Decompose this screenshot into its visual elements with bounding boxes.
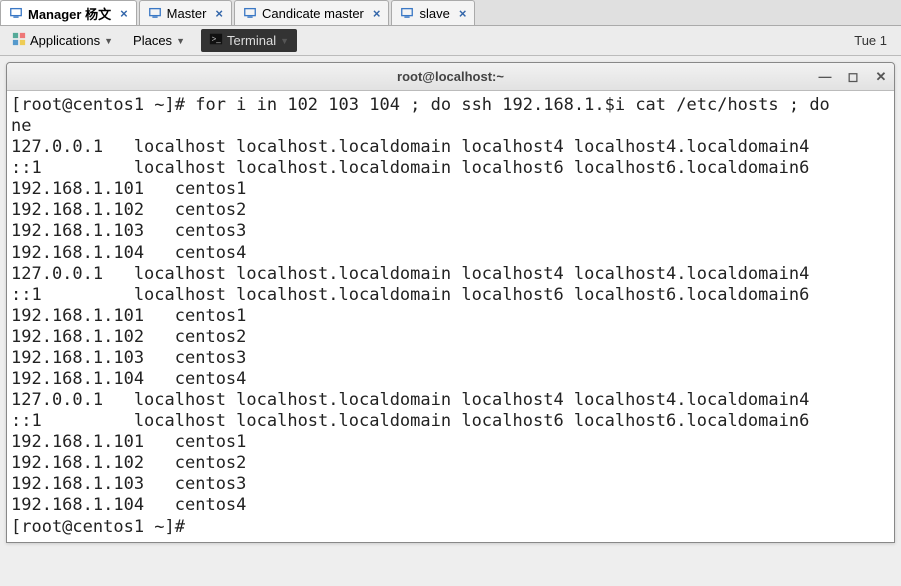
maximize-button[interactable]: ◻ — [846, 70, 860, 84]
vm-icon — [9, 6, 23, 20]
close-icon[interactable]: × — [215, 6, 223, 21]
menu-label: Places — [133, 33, 172, 48]
chevron-down-icon: ▼ — [176, 36, 185, 46]
vm-icon — [400, 6, 414, 20]
chevron-down-icon: ▼ — [280, 36, 289, 46]
close-icon[interactable]: × — [120, 6, 128, 21]
menu-label: Terminal — [227, 33, 276, 48]
applications-icon — [12, 32, 26, 49]
gnome-menu-bar: Applications ▼ Places ▼ >_ Terminal ▼ Tu… — [0, 26, 901, 56]
tab-label: slave — [419, 6, 449, 21]
window-title: root@localhost:~ — [397, 69, 504, 84]
terminal-menu[interactable]: >_ Terminal ▼ — [201, 29, 297, 52]
places-menu[interactable]: Places ▼ — [129, 31, 189, 50]
window-title-bar[interactable]: root@localhost:~ — ◻ ✕ — [7, 63, 894, 91]
tab-label: Master — [167, 6, 207, 21]
terminal-icon: >_ — [209, 32, 223, 49]
chevron-down-icon: ▼ — [104, 36, 113, 46]
tab-slave[interactable]: slave × — [391, 0, 475, 25]
tab-label: Candicate master — [262, 6, 364, 21]
applications-menu[interactable]: Applications ▼ — [8, 30, 117, 51]
menu-left: Applications ▼ Places ▼ >_ Terminal ▼ — [8, 29, 297, 52]
close-icon[interactable]: × — [373, 6, 381, 21]
tab-master[interactable]: Master × — [139, 0, 232, 25]
minimize-button[interactable]: — — [818, 70, 832, 84]
terminal-window: root@localhost:~ — ◻ ✕ [root@centos1 ~]#… — [6, 62, 895, 543]
svg-text:>_: >_ — [212, 35, 222, 44]
vm-tabs-bar: Manager 杨文 × Master × Candicate master ×… — [0, 0, 901, 26]
close-icon[interactable]: × — [459, 6, 467, 21]
close-button[interactable]: ✕ — [874, 70, 888, 84]
menu-label: Applications — [30, 33, 100, 48]
window-controls: — ◻ ✕ — [818, 70, 888, 84]
vm-icon — [243, 6, 257, 20]
vm-icon — [148, 6, 162, 20]
terminal-output[interactable]: [root@centos1 ~]# for i in 102 103 104 ;… — [7, 91, 894, 542]
tab-label: Manager 杨文 — [28, 4, 111, 23]
tab-candidate-master[interactable]: Candicate master × — [234, 0, 389, 25]
tab-manager[interactable]: Manager 杨文 × — [0, 0, 137, 25]
clock[interactable]: Tue 1 — [854, 33, 893, 48]
